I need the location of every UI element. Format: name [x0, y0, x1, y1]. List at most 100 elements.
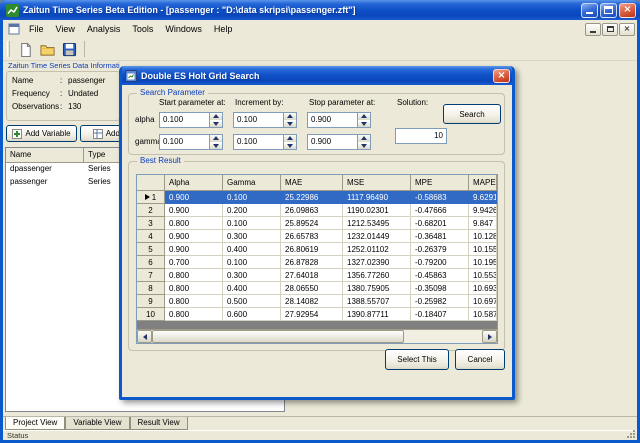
row-header[interactable]: 7: [137, 269, 165, 282]
row-header[interactable]: 6: [137, 256, 165, 269]
cell-alpha[interactable]: 0.900: [165, 230, 223, 243]
column-header-alpha[interactable]: Alpha: [165, 175, 223, 191]
cell-mpe[interactable]: -0.36481: [411, 230, 469, 243]
row-header[interactable]: 5: [137, 243, 165, 256]
result-row[interactable]: 3 0.800 0.100 25.89524 1212.53495 -0.682…: [137, 217, 497, 230]
result-row[interactable]: 5 0.900 0.400 26.80619 1252.01102 -0.263…: [137, 243, 497, 256]
dialog-title-bar[interactable]: Double ES Holt Grid Search ×: [121, 66, 513, 85]
resize-grip[interactable]: [627, 430, 636, 439]
alpha-stop-spinner[interactable]: 0.900: [307, 112, 371, 128]
cell-gamma[interactable]: 0.500: [223, 295, 281, 308]
cell-mae[interactable]: 27.92954: [281, 308, 343, 321]
cell-gamma[interactable]: 0.300: [223, 230, 281, 243]
cell-mse[interactable]: 1190.02301: [343, 204, 411, 217]
row-header[interactable]: 10: [137, 308, 165, 321]
scrollbar-track[interactable]: [404, 330, 482, 343]
cell-mse[interactable]: 1390.87711: [343, 308, 411, 321]
cell-mae[interactable]: 26.09863: [281, 204, 343, 217]
cell-gamma[interactable]: 0.100: [223, 256, 281, 269]
spin-down-icon[interactable]: [358, 143, 370, 150]
cell-mape[interactable]: 9.9426: [469, 204, 497, 217]
grid-horizontal-scrollbar[interactable]: [137, 329, 497, 343]
cell-mpe[interactable]: -0.68201: [411, 217, 469, 230]
row-header[interactable]: 1: [137, 191, 165, 204]
cell-mse[interactable]: 1212.53495: [343, 217, 411, 230]
scroll-right-icon[interactable]: [482, 330, 497, 343]
cell-mae[interactable]: 26.80619: [281, 243, 343, 256]
cell-mape[interactable]: 10.697: [469, 295, 497, 308]
spin-up-icon[interactable]: [210, 113, 222, 121]
select-this-button[interactable]: Select This: [385, 349, 449, 370]
row-header[interactable]: 4: [137, 230, 165, 243]
close-icon[interactable]: ×: [619, 3, 636, 18]
cell-mae[interactable]: 28.06550: [281, 282, 343, 295]
result-row[interactable]: 6 0.700 0.100 26.87828 1327.02390 -0.792…: [137, 256, 497, 269]
cell-mape[interactable]: 9.6291: [469, 191, 497, 204]
menu-tools[interactable]: Tools: [126, 22, 159, 36]
cell-gamma[interactable]: 0.400: [223, 243, 281, 256]
spin-up-icon[interactable]: [358, 135, 370, 143]
row-header[interactable]: 9: [137, 295, 165, 308]
cell-mape[interactable]: 10.587: [469, 308, 497, 321]
column-header-name[interactable]: Name: [6, 148, 84, 163]
tab-result-view[interactable]: Result View: [130, 417, 188, 430]
spin-up-icon[interactable]: [358, 113, 370, 121]
cell-mpe[interactable]: -0.79200: [411, 256, 469, 269]
spin-up-icon[interactable]: [284, 135, 296, 143]
open-folder-icon[interactable]: [36, 39, 58, 59]
alpha-increment-spinner[interactable]: 0.100: [233, 112, 297, 128]
document-icon[interactable]: [8, 23, 20, 35]
menu-view[interactable]: View: [50, 22, 81, 36]
cell-alpha[interactable]: 0.900: [165, 243, 223, 256]
tab-project-view[interactable]: Project View: [5, 417, 65, 430]
cell-mape[interactable]: 10.155: [469, 243, 497, 256]
menu-file[interactable]: File: [23, 22, 50, 36]
cell-gamma[interactable]: 0.100: [223, 217, 281, 230]
cell-alpha[interactable]: 0.800: [165, 217, 223, 230]
cell-alpha[interactable]: 0.800: [165, 269, 223, 282]
cell-alpha[interactable]: 0.900: [165, 204, 223, 217]
spin-down-icon[interactable]: [284, 121, 296, 128]
gamma-stop-spinner[interactable]: 0.900: [307, 134, 371, 150]
cell-mpe[interactable]: -0.47666: [411, 204, 469, 217]
result-row[interactable]: 7 0.800 0.300 27.64018 1356.77260 -0.458…: [137, 269, 497, 282]
cell-mpe[interactable]: -0.18407: [411, 308, 469, 321]
menu-windows[interactable]: Windows: [159, 22, 208, 36]
add-variable-button[interactable]: Add Variable: [6, 125, 77, 142]
cell-mae[interactable]: 25.22986: [281, 191, 343, 204]
cell-mape[interactable]: 10.195: [469, 256, 497, 269]
cell-mse[interactable]: 1380.75905: [343, 282, 411, 295]
cell-mape[interactable]: 10.553: [469, 269, 497, 282]
cell-gamma[interactable]: 0.300: [223, 269, 281, 282]
tab-variable-view[interactable]: Variable View: [65, 417, 129, 430]
cell-gamma[interactable]: 0.400: [223, 282, 281, 295]
toolbar-grip[interactable]: [7, 41, 10, 57]
column-header-mape[interactable]: MAPE: [469, 175, 497, 191]
grid-corner-cell[interactable]: [137, 175, 165, 191]
cell-gamma[interactable]: 0.200: [223, 204, 281, 217]
cell-mpe[interactable]: -0.26379: [411, 243, 469, 256]
menu-help[interactable]: Help: [208, 22, 239, 36]
cell-mae[interactable]: 26.65783: [281, 230, 343, 243]
cell-mpe[interactable]: -0.45863: [411, 269, 469, 282]
column-header-gamma[interactable]: Gamma: [223, 175, 281, 191]
gamma-increment-spinner[interactable]: 0.100: [233, 134, 297, 150]
column-header-mae[interactable]: MAE: [281, 175, 343, 191]
result-row[interactable]: 2 0.900 0.200 26.09863 1190.02301 -0.476…: [137, 204, 497, 217]
save-icon[interactable]: [58, 39, 80, 59]
result-row[interactable]: 4 0.900 0.300 26.65783 1232.01449 -0.364…: [137, 230, 497, 243]
cell-mse[interactable]: 1117.96490: [343, 191, 411, 204]
result-row[interactable]: 9 0.800 0.500 28.14082 1388.55707 -0.259…: [137, 295, 497, 308]
cell-gamma[interactable]: 0.600: [223, 308, 281, 321]
spin-up-icon[interactable]: [284, 113, 296, 121]
result-row-selected[interactable]: 1 0.900 0.100 25.22986 1117.96490 -0.586…: [137, 191, 497, 204]
cell-alpha[interactable]: 0.700: [165, 256, 223, 269]
mdi-close-icon[interactable]: ×: [619, 23, 635, 36]
cancel-button[interactable]: Cancel: [455, 349, 505, 370]
search-button[interactable]: Search: [443, 104, 501, 124]
spin-down-icon[interactable]: [210, 143, 222, 150]
gamma-start-spinner[interactable]: 0.100: [159, 134, 223, 150]
alpha-start-spinner[interactable]: 0.100: [159, 112, 223, 128]
title-bar[interactable]: Zaitun Time Series Beta Edition - [passe…: [0, 0, 640, 20]
cell-mae[interactable]: 26.87828: [281, 256, 343, 269]
